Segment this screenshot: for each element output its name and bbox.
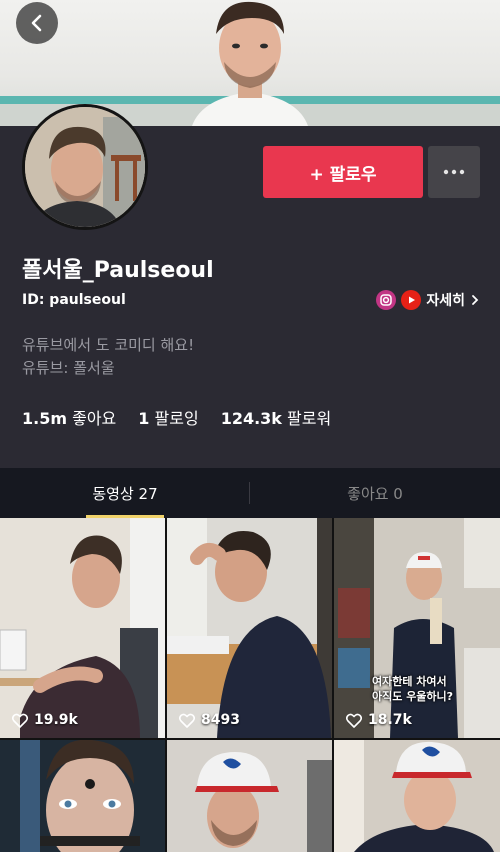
- tab-label: 동영상 27: [92, 484, 158, 503]
- user-id: ID: paulseoul: [22, 292, 126, 308]
- like-count-text: 19.9k: [34, 712, 78, 728]
- caption-line: 아직도 우울하니?: [372, 690, 454, 703]
- bio-line: 유튜브: 폴서울: [22, 359, 115, 377]
- heart-outline-icon: [179, 713, 195, 728]
- avatar-photo: [25, 107, 145, 227]
- following-count: 1: [138, 409, 150, 428]
- followers-count: 124.3k: [220, 409, 282, 428]
- heart-outline-icon: [346, 713, 362, 728]
- video-thumbnail-image: [167, 740, 332, 852]
- tab-videos[interactable]: 동영상 27: [0, 468, 250, 518]
- profile-stats: 1.5m 좋아요 1 팔로잉 124.3k 팔로워: [22, 405, 331, 429]
- video-thumbnail[interactable]: [0, 740, 165, 852]
- followers-label: 팔로워: [287, 409, 332, 428]
- more-options-button[interactable]: [428, 146, 480, 198]
- video-caption: 여자한테 차여서 아직도 우울하니?: [372, 674, 453, 704]
- video-thumbnail-image: [0, 740, 165, 852]
- avatar[interactable]: [22, 104, 148, 230]
- details-link[interactable]: 자세히: [426, 290, 465, 310]
- video-thumbnail-image: [334, 740, 500, 852]
- video-like-count: 19.9k: [12, 712, 78, 728]
- display-name: 폴서울_Paulseoul: [22, 258, 214, 283]
- following-label: 팔로잉: [154, 409, 199, 428]
- heart-outline-icon: [12, 713, 28, 728]
- bio: 유튜브에서 도 코미디 해요! 유튜브: 폴서울: [22, 334, 194, 380]
- bio-line: 유튜브에서 도 코미디 해요!: [22, 336, 195, 354]
- tab-liked[interactable]: 좋아요 0: [250, 468, 500, 518]
- instagram-icon[interactable]: [376, 290, 397, 310]
- followers-stat[interactable]: 124.3k 팔로워: [221, 405, 332, 429]
- video-thumbnail-image: [334, 518, 500, 738]
- video-grid: 19.9k 8493 여자한테 차여서 아직도 우울하니? 18.7k: [0, 518, 500, 852]
- youtube-icon[interactable]: [401, 290, 422, 310]
- follow-button-label: + 팔로우: [309, 164, 377, 185]
- video-thumbnail[interactable]: 19.9k: [0, 518, 165, 738]
- like-count-text: 8493: [201, 712, 240, 728]
- cover-photo-person: [192, 1, 308, 126]
- follow-button[interactable]: + 팔로우: [263, 146, 423, 198]
- video-thumbnail-image: [167, 518, 332, 738]
- video-thumbnail[interactable]: [334, 740, 500, 852]
- more-dots-icon: [443, 169, 465, 175]
- likes-stat: 1.5m 좋아요: [22, 405, 116, 429]
- chevron-left-icon: [31, 14, 42, 32]
- like-count-text: 18.7k: [368, 712, 412, 728]
- video-like-count: 8493: [179, 712, 240, 728]
- video-thumbnail[interactable]: 여자한테 차여서 아직도 우울하니? 18.7k: [334, 518, 500, 738]
- likes-label: 좋아요: [72, 409, 117, 428]
- tab-label: 좋아요 0: [347, 484, 403, 503]
- video-thumbnail[interactable]: 8493: [167, 518, 332, 738]
- likes-count: 1.5m: [22, 409, 68, 428]
- video-thumbnail[interactable]: [167, 740, 332, 852]
- video-like-count: 18.7k: [346, 712, 412, 728]
- caption-line: 여자한테 차여서: [372, 675, 447, 688]
- video-thumbnail-image: [0, 518, 165, 738]
- social-links[interactable]: 자세히: [376, 290, 480, 310]
- following-stat[interactable]: 1 팔로잉: [138, 405, 198, 429]
- content-tabs: 동영상 27 좋아요 0: [0, 468, 500, 518]
- chevron-right-icon: [472, 295, 479, 305]
- back-button[interactable]: [16, 2, 58, 44]
